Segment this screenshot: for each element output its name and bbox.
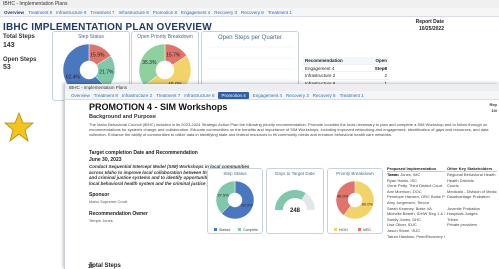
- promo-step-status-donut: 62.5% 37.5% Started Complete: [214, 180, 258, 232]
- promo-status-legend-swatch-1: [238, 228, 241, 231]
- promo-priority-label-0: 60.0%: [362, 201, 374, 206]
- open-steps-label: Open Steps: [3, 57, 37, 63]
- stakeholder-list: Other Key Stakeholders Regional Behaviora…: [447, 166, 497, 228]
- overview-tab-9[interactable]: Treatment 1: [268, 10, 292, 15]
- overview-status-label-1: 21.7%: [99, 70, 114, 76]
- days-to-target-panel: Days to Target Date 248: [266, 168, 324, 234]
- open-steps-value: 53: [3, 64, 11, 71]
- promotion-tab-1[interactable]: Treatment 8: [94, 93, 118, 98]
- total-steps-label: Total Steps: [3, 34, 35, 40]
- target-label: Target completion Date and Recommendatio…: [89, 150, 198, 156]
- sponsor-label: Sponsor: [89, 192, 110, 198]
- table-cell: Engagement 4: [305, 65, 335, 71]
- overview-priority-label-0: 15.7%: [166, 52, 181, 58]
- promotion-tab-3[interactable]: Treatment 7: [156, 93, 180, 98]
- promotion-tab-0[interactable]: Overview: [71, 93, 90, 98]
- overview-tab-3[interactable]: Treatment 7: [90, 10, 114, 15]
- background-heading: Background and Purpose: [89, 114, 156, 120]
- star-icon[interactable]: [4, 112, 34, 142]
- owner-label: Recommendation Owner: [89, 211, 148, 217]
- table-row[interactable]: Engagement 4 8: [303, 65, 389, 72]
- promotion-tab-6[interactable]: Engagement 4: [253, 93, 282, 98]
- rec-table-header-cell: Open Steps: [374, 58, 387, 71]
- promotion-window-title: IBHC - Implementation Plans: [65, 84, 499, 91]
- list-item: Gene Petty, Third District Court: [387, 183, 443, 189]
- implementation-team-list: Proposed Implementation Team Tamea Jones,…: [387, 166, 445, 239]
- overview-status-label-0: 15.9%: [90, 52, 105, 58]
- promo-status-legend-0: Started: [219, 228, 230, 232]
- promotion-tab-7[interactable]: Recovery 3: [286, 93, 309, 98]
- promotion-title: PROMOTION 4 - SIM Workshops: [89, 102, 228, 112]
- overview-tab-8[interactable]: Recovery 8: [241, 10, 264, 15]
- table-cell: 8: [384, 65, 387, 71]
- overview-tab-4[interactable]: Infrastructure 8: [118, 10, 148, 15]
- total-steps-value: 16: [88, 264, 94, 269]
- total-steps-value: 143: [3, 42, 15, 49]
- window-title: IBHC - Implementation Plans: [0, 0, 499, 8]
- promo-priority-legend-1: MED: [363, 228, 371, 232]
- promotion-tab-8[interactable]: Recovery 8: [313, 93, 336, 98]
- list-item: Regional Behavioral Health Boards: [447, 172, 497, 177]
- gauge-value: 248: [290, 208, 301, 214]
- cut-report-date: 10/: [491, 108, 497, 113]
- promo-step-status-panel: Step Status 62.5% 37.5% Started Complete: [207, 168, 263, 234]
- overview-priority-label-2: 35.3%: [142, 60, 157, 66]
- promotion-tab-5[interactable]: Promotion 4: [218, 92, 249, 99]
- promo-priority-legend-0: HIGH: [339, 228, 348, 232]
- priority-donut: 60.0% 40.0% HIGH MED: [334, 180, 375, 232]
- promo-status-label-1: 37.5%: [217, 192, 229, 197]
- app-window: IBHC - Implementation Plans Overview Trea…: [0, 0, 499, 269]
- report-date: 10/25/2022: [418, 26, 444, 32]
- background-paragraph: The Idaho Behavioral Council (IBHC) incl…: [89, 122, 489, 137]
- promo-status-legend-1: Complete: [243, 228, 258, 232]
- table-cell: 2: [384, 73, 387, 78]
- overview-tab-6[interactable]: Engagement 4: [181, 10, 210, 15]
- promo-priority-label-1: 40.0%: [337, 193, 349, 198]
- overview-tab-1[interactable]: Treatment 8: [28, 10, 52, 15]
- report-date-label: Report Date: [415, 19, 444, 25]
- rec-table-header-cell: Recommendation: [305, 58, 343, 63]
- list-item: Michelle Bearth, IDHW Reg 1 & 2: [387, 211, 445, 217]
- target-date: June 30, 2023: [89, 157, 122, 163]
- promotion-tab-2[interactable]: Infrastructure 2: [122, 93, 152, 98]
- gauge-fill: [275, 190, 306, 210]
- days-to-target-gauge: 248: [275, 190, 315, 214]
- overview-status-label-2: 62.4%: [66, 74, 81, 80]
- promo-status-label-0: 62.5%: [241, 202, 253, 207]
- promotion-tab-9[interactable]: Treatment 1: [340, 93, 364, 98]
- cut-report-date-label: Rep: [489, 102, 497, 107]
- promo-priority-legend-swatch-1: [358, 228, 361, 231]
- sponsor-value: Idaho Supreme Court: [89, 199, 128, 204]
- list-item: Tatum Hawkins, Peer/Recovery Coach & Con…: [387, 233, 445, 239]
- overview-tab-5[interactable]: Promotion 8: [153, 10, 177, 15]
- promotion-content: PROMOTION 4 - SIM Workshops Background a…: [89, 100, 499, 269]
- promo-priority-legend-swatch-0: [334, 228, 337, 231]
- overview-tab-bar: Overview Treatment 8 Infrastructure 8 Treat…: [0, 8, 499, 17]
- table-cell: Infrastructure 2: [305, 73, 336, 78]
- promotion-report-window: IBHC - Implementation Plans Overview Trea…: [64, 84, 499, 269]
- list-item: Disadvantage Probation: [447, 194, 490, 200]
- owner-value: Tempe Jones: [89, 218, 113, 223]
- promotion-tab-bar: Overview Treatment 8 Infrastructure 2 Treat…: [65, 91, 499, 100]
- list-item: Private providers: [447, 222, 478, 228]
- promotion-tab-4[interactable]: Infrastructure 8: [184, 93, 214, 98]
- promo-status-legend-swatch-0: [214, 228, 217, 231]
- overview-tab-7[interactable]: Recovery 3: [214, 10, 237, 15]
- rec-table-header: Recommendation Open Steps: [303, 57, 389, 71]
- overview-tab-0[interactable]: Overview: [4, 10, 24, 15]
- overview-tab-2[interactable]: Infrastructure 8: [56, 10, 86, 15]
- table-row[interactable]: Infrastructure 2 2: [303, 72, 389, 80]
- priority-panel: Priority Breakdown 60.0% 40.0% HIGH MED: [327, 168, 383, 234]
